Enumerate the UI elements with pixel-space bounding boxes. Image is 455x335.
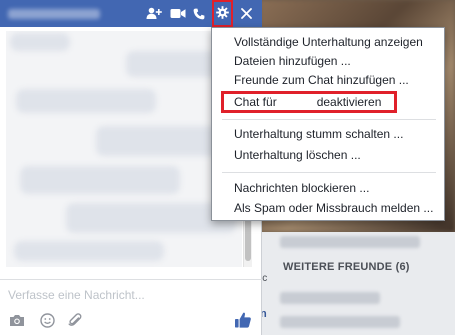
chat-options-menu: Vollständige Unterhaltung anzeigen Datei…	[211, 27, 445, 221]
menu-item-report-spam[interactable]: Als Spam oder Missbrauch melden ...	[212, 198, 444, 218]
menu-item-add-friends-to-chat[interactable]: Freunde zum Chat hinzufügen ...	[212, 70, 444, 90]
blurred-message	[14, 241, 164, 261]
attachment-icon[interactable]	[66, 311, 84, 329]
red-highlight-box	[221, 91, 397, 113]
camera-icon[interactable]	[8, 311, 26, 329]
menu-item-add-files[interactable]: Dateien hinzufügen ...	[212, 51, 444, 71]
menu-separator	[222, 119, 436, 120]
composer-toolbar	[0, 305, 262, 335]
chat-header[interactable]	[0, 0, 262, 27]
divider	[0, 279, 262, 280]
chat-sidebar: ic WEITERE FREUNDE (6) n	[260, 232, 455, 335]
add-person-icon[interactable]	[145, 0, 163, 27]
menu-item-show-full-conversation[interactable]: Vollständige Unterhaltung anzeigen	[212, 32, 444, 52]
friend-row-blurred[interactable]	[280, 236, 420, 248]
phone-icon[interactable]	[191, 0, 207, 27]
menu-item-delete-conversation[interactable]: Unterhaltung löschen ...	[212, 145, 444, 165]
video-camera-icon[interactable]	[169, 0, 187, 27]
thumbs-up-icon[interactable]	[233, 311, 253, 329]
blurred-message	[16, 89, 156, 113]
chat-title-blurred[interactable]	[8, 9, 100, 19]
message-history	[6, 31, 242, 267]
gear-icon	[216, 5, 229, 22]
friend-row-blurred[interactable]	[280, 316, 400, 328]
menu-item-block-messages[interactable]: Nachrichten blockieren ...	[212, 178, 444, 198]
emoji-icon[interactable]	[38, 311, 56, 329]
message-input[interactable]: Verfasse eine Nachricht...	[8, 288, 145, 302]
friend-row-blurred[interactable]	[280, 292, 380, 304]
menu-separator	[222, 172, 436, 173]
blurred-message	[10, 33, 70, 51]
settings-gear-button[interactable]	[212, 0, 233, 27]
section-title-more-friends: WEITERE FREUNDE (6)	[283, 261, 410, 273]
blurred-message	[20, 166, 180, 194]
close-icon[interactable]	[238, 0, 254, 27]
menu-item-mute-conversation[interactable]: Unterhaltung stumm schalten ...	[212, 124, 444, 144]
